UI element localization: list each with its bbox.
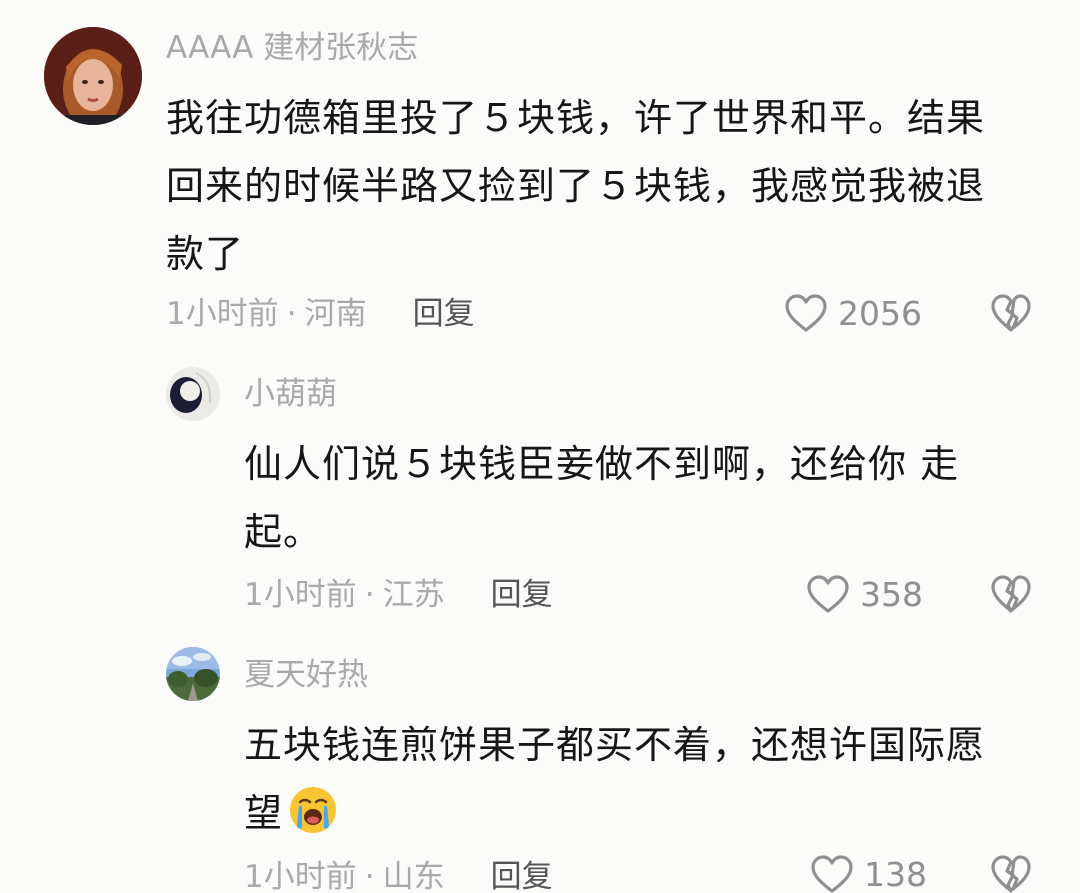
- comment-meta: 1小时前 · 江苏 回复: [244, 575, 553, 615]
- comment-meta: 1小时前 · 山东 回复: [244, 857, 553, 893]
- timestamp: 1小时前: [166, 296, 279, 332]
- reply-button[interactable]: 回复: [491, 575, 553, 615]
- avatar[interactable]: [166, 647, 220, 701]
- username[interactable]: 小葫葫: [244, 374, 337, 414]
- like-button[interactable]: 138: [810, 853, 927, 893]
- comment-text-content: 五块钱连煎饼果子都买不着，还想许国际愿望: [244, 723, 986, 835]
- dislike-button[interactable]: [990, 575, 1032, 615]
- timestamp: 1小时前: [244, 859, 357, 893]
- avatar-image: [166, 367, 220, 421]
- broken-heart-icon: [991, 855, 1031, 893]
- dislike-button[interactable]: [990, 294, 1032, 334]
- comment-meta: 1小时前 · 河南 回复: [166, 294, 475, 334]
- like-count: 2056: [838, 294, 922, 333]
- avatar[interactable]: [44, 27, 142, 125]
- comment-text: 仙人们说５块钱臣妾做不到啊，还给你 走起。: [244, 442, 960, 554]
- meta-separator: ·: [286, 296, 297, 332]
- like-button[interactable]: 358: [806, 573, 923, 617]
- heart-outline-icon: [811, 855, 853, 893]
- reply-item: 小葫葫 仙人们说５块钱臣妾做不到啊，还给你 走起。 1小时前 · 江苏 回复 3…: [0, 345, 1080, 635]
- location: 山东: [382, 859, 445, 893]
- like-count: 138: [864, 855, 927, 893]
- avatar-image: [44, 27, 142, 125]
- reply-item: 夏天好热 五块钱连煎饼果子都买不着，还想许国际愿望 1小时前 · 山东 回复 1…: [0, 635, 1080, 893]
- broken-heart-icon: [991, 575, 1031, 613]
- location: 江苏: [382, 577, 445, 613]
- like-button[interactable]: 2056: [784, 292, 922, 336]
- username[interactable]: AAAA 建材张秋志: [166, 28, 418, 68]
- avatar[interactable]: [166, 367, 220, 421]
- broken-heart-icon: [991, 294, 1031, 332]
- location: 河南: [304, 296, 367, 332]
- comment-thread: AAAA 建材张秋志 我往功德箱里投了５块钱，许了世界和平。结果回来的时候半路又…: [0, 0, 1080, 893]
- username[interactable]: 夏天好热: [244, 655, 368, 695]
- comment-text: 我往功德箱里投了５块钱，许了世界和平。结果回来的时候半路又捡到了５块钱，我感觉我…: [166, 96, 986, 276]
- avatar-image: [166, 647, 220, 701]
- crying-face-emoji-icon: [290, 787, 337, 833]
- reply-button[interactable]: 回复: [413, 294, 475, 334]
- like-count: 358: [860, 575, 923, 614]
- meta-separator: ·: [364, 859, 375, 893]
- dislike-button[interactable]: [990, 855, 1032, 893]
- timestamp: 1小时前: [244, 577, 357, 613]
- meta-separator: ·: [364, 577, 375, 613]
- heart-outline-icon: [785, 294, 827, 332]
- comment-text: 五块钱连煎饼果子都买不着，还想许国际愿望: [244, 711, 1006, 847]
- reply-button[interactable]: 回复: [491, 857, 553, 893]
- heart-outline-icon: [807, 575, 849, 613]
- comment-item: AAAA 建材张秋志 我往功德箱里投了５块钱，许了世界和平。结果回来的时候半路又…: [0, 0, 1080, 345]
